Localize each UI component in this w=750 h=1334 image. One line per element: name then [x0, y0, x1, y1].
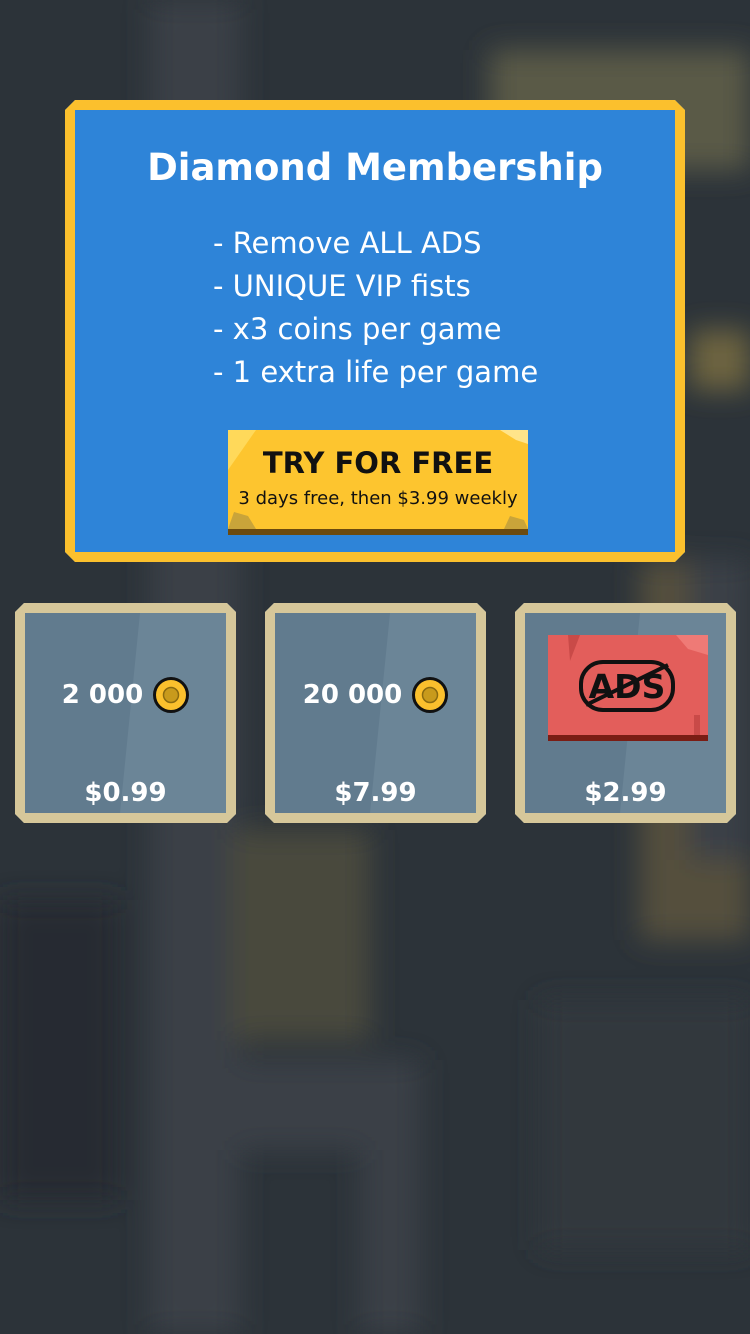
trial-terms-text: 3 days free, then $3.99 weekly: [238, 488, 518, 509]
coin-icon: [412, 677, 449, 713]
coin-amount: 20 000: [302, 680, 403, 710]
coin-amount: 2 000: [61, 680, 144, 710]
try-for-free-label: TRY FOR FREE: [262, 446, 494, 480]
price-label: $2.99: [584, 778, 667, 808]
membership-title: Diamond Membership: [147, 146, 603, 189]
shop-item-2000-coins[interactable]: 2 000 $0.99: [15, 603, 236, 823]
try-for-free-button[interactable]: TRY FOR FREE 3 days free, then $3.99 wee…: [228, 430, 528, 535]
feature-item: - Remove ALL ADS: [213, 226, 482, 260]
coin-icon: [153, 677, 190, 713]
coin-amount-row: 20 000: [275, 677, 476, 713]
shop-item-20000-coins[interactable]: 20 000 $7.99: [265, 603, 486, 823]
membership-feature-list: - Remove ALL ADS - UNIQUE VIP fists - x3…: [213, 222, 538, 394]
diamond-membership-panel: Diamond Membership - Remove ALL ADS - UN…: [65, 100, 685, 562]
feature-item: - 1 extra life per game: [213, 355, 539, 389]
price-label: $7.99: [334, 778, 417, 808]
shop-item-remove-ads[interactable]: ADS $2.99: [515, 603, 736, 823]
feature-item: - UNIQUE VIP fists: [213, 269, 471, 303]
feature-item: - x3 coins per game: [213, 312, 502, 346]
price-label: $0.99: [84, 778, 167, 808]
no-ads-icon: ADS: [548, 635, 708, 741]
coin-amount-row: 2 000: [25, 677, 226, 713]
